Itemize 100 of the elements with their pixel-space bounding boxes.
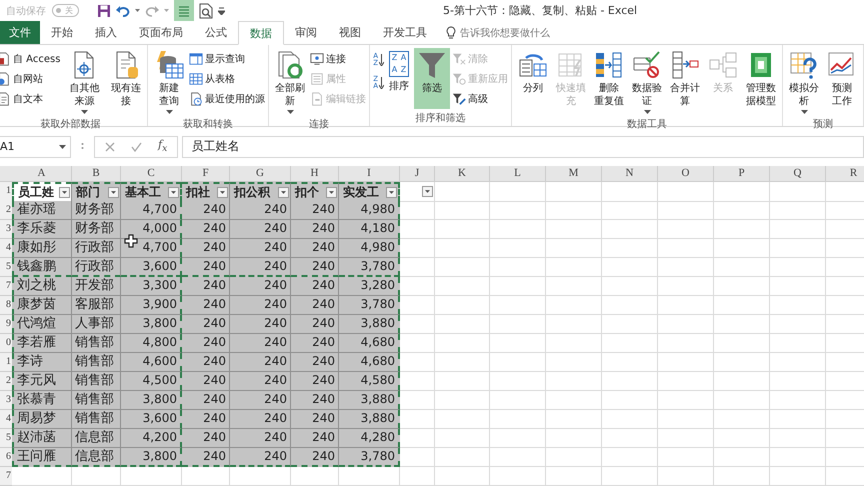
- ribbon-tab[interactable]: 视图: [328, 21, 372, 44]
- table-cell: 240: [182, 391, 230, 410]
- row-header[interactable]: 3: [0, 391, 12, 410]
- column-header[interactable]: H: [291, 166, 339, 182]
- column-header[interactable]: O: [658, 166, 714, 182]
- ribbon-button[interactable]: 预测 工作: [824, 48, 860, 110]
- ribbon-button[interactable]: 最近使用的源: [189, 90, 266, 108]
- empty-cell: [546, 391, 602, 410]
- ribbon-button[interactable]: 删除 重复值: [591, 48, 627, 110]
- table-cell: 行政部: [72, 239, 121, 258]
- row-header[interactable]: 7: [0, 467, 12, 486]
- ribbon-tab[interactable]: 页面布局: [128, 21, 194, 44]
- row-header[interactable]: 5: [0, 258, 12, 277]
- ribbon-tab[interactable]: 开始: [40, 21, 84, 44]
- ribbon-tab[interactable]: 审阅: [284, 21, 328, 44]
- row-header[interactable]: 9: [0, 315, 12, 334]
- column-header[interactable]: N: [602, 166, 658, 182]
- ribbon-tab[interactable]: 开发工具: [372, 21, 438, 44]
- row-header[interactable]: 4: [0, 239, 12, 258]
- ribbon-button[interactable]: 高级: [452, 90, 508, 108]
- save-icon[interactable]: [97, 4, 111, 18]
- table-cell: 240: [291, 315, 339, 334]
- print-preview-icon[interactable]: [199, 2, 213, 19]
- ribbon-tab[interactable]: 公式: [194, 21, 238, 44]
- ribbon-button[interactable]: 现有连接: [108, 48, 144, 110]
- row-header[interactable]: 1: [0, 353, 12, 372]
- undo-icon[interactable]: [116, 4, 130, 18]
- table-cell: 崔亦瑶: [12, 201, 72, 220]
- empty-cell: [490, 372, 546, 391]
- ribbon-button[interactable]: 连接: [310, 50, 366, 68]
- table-cell: 信息部: [72, 429, 121, 448]
- table-cell: 4,680: [339, 334, 400, 353]
- ribbon-button[interactable]: 筛选: [414, 48, 450, 110]
- table-cell: 4,700: [121, 201, 182, 220]
- formula-input[interactable]: 员工姓名: [182, 136, 864, 158]
- ribbon-button[interactable]: Z A A Z 排序: [386, 48, 412, 110]
- row-header[interactable]: 2: [0, 201, 12, 220]
- ribbon-tab[interactable]: 插入: [84, 21, 128, 44]
- filter-button[interactable]: [59, 187, 70, 198]
- table-cell: 240: [291, 296, 339, 315]
- column-header[interactable]: C: [121, 166, 182, 182]
- ribbon-button[interactable]: 从表格: [189, 70, 266, 88]
- empty-cell: [435, 448, 490, 467]
- filter-button[interactable]: [108, 187, 119, 198]
- empty-cell: [435, 201, 490, 220]
- check-icon[interactable]: [131, 142, 142, 152]
- empty-cell: [546, 410, 602, 429]
- column-header[interactable]: R: [826, 166, 864, 182]
- file-tab[interactable]: 文件: [0, 21, 40, 44]
- tell-me-field[interactable]: 告诉我你想要做什么: [446, 21, 550, 44]
- column-header[interactable]: F: [182, 166, 230, 182]
- column-header[interactable]: J: [400, 166, 435, 182]
- ribbon-button[interactable]: 自其他来源: [62, 48, 106, 118]
- touch-mode-button[interactable]: [174, 0, 194, 22]
- column-header[interactable]: G: [230, 166, 291, 182]
- row-header[interactable]: 8: [0, 296, 12, 315]
- empty-cell: [714, 429, 770, 448]
- row-header[interactable]: 3: [0, 220, 12, 239]
- arrow-down-icon: [379, 54, 384, 66]
- row-header[interactable]: 5: [0, 429, 12, 448]
- ribbon-button[interactable]: 自网站: [0, 70, 60, 88]
- ribbon-button[interactable]: 全部刷新: [272, 48, 308, 118]
- name-box[interactable]: A1: [0, 136, 71, 158]
- column-header[interactable]: Q: [770, 166, 826, 182]
- insert-function-button[interactable]: f$_{x}$: [158, 138, 168, 155]
- column-header[interactable]: M: [546, 166, 602, 182]
- ribbon-button[interactable]: 模拟分析: [786, 48, 822, 118]
- ribbon-button[interactable]: 新建 查询: [151, 48, 188, 118]
- row-header[interactable]: 2: [0, 372, 12, 391]
- ribbon-button[interactable]: 自文本: [0, 90, 60, 108]
- ribbon-button[interactable]: 合并计算: [667, 48, 703, 110]
- column-header[interactable]: A: [12, 166, 72, 182]
- ribbon-button[interactable]: 数据验 证: [629, 48, 665, 118]
- empty-cell: [546, 296, 602, 315]
- customize-caret-icon[interactable]: [218, 6, 225, 15]
- empty-cell: [770, 220, 826, 239]
- row-header[interactable]: 6: [0, 448, 12, 467]
- ribbon-button[interactable]: 分列: [515, 48, 551, 110]
- filter-button[interactable]: [168, 187, 179, 198]
- ribbon-button[interactable]: 自 Access: [0, 50, 60, 68]
- ribbon-tab[interactable]: 数据: [238, 21, 284, 46]
- column-header[interactable]: L: [490, 166, 546, 182]
- column-header[interactable]: P: [714, 166, 770, 182]
- filter-button[interactable]: [386, 187, 397, 198]
- empty-cell: [490, 410, 546, 429]
- column-header[interactable]: I: [339, 166, 400, 182]
- row-header[interactable]: 7: [0, 277, 12, 296]
- caret-icon[interactable]: [135, 8, 140, 13]
- row-header[interactable]: 4: [0, 410, 12, 429]
- ribbon-button[interactable]: 显示查询: [189, 50, 266, 68]
- filter-button[interactable]: [326, 187, 337, 198]
- row-header[interactable]: 0: [0, 334, 12, 353]
- column-header[interactable]: K: [435, 166, 490, 182]
- filter-button[interactable]: [217, 187, 228, 198]
- filter-button[interactable]: [422, 186, 433, 197]
- column-header[interactable]: B: [72, 166, 121, 182]
- row-header[interactable]: 1: [0, 182, 12, 202]
- ribbon-button[interactable]: 管理数 据模型: [743, 48, 779, 110]
- filter-button[interactable]: [278, 187, 289, 198]
- group-label: 获取和转换: [182, 118, 234, 132]
